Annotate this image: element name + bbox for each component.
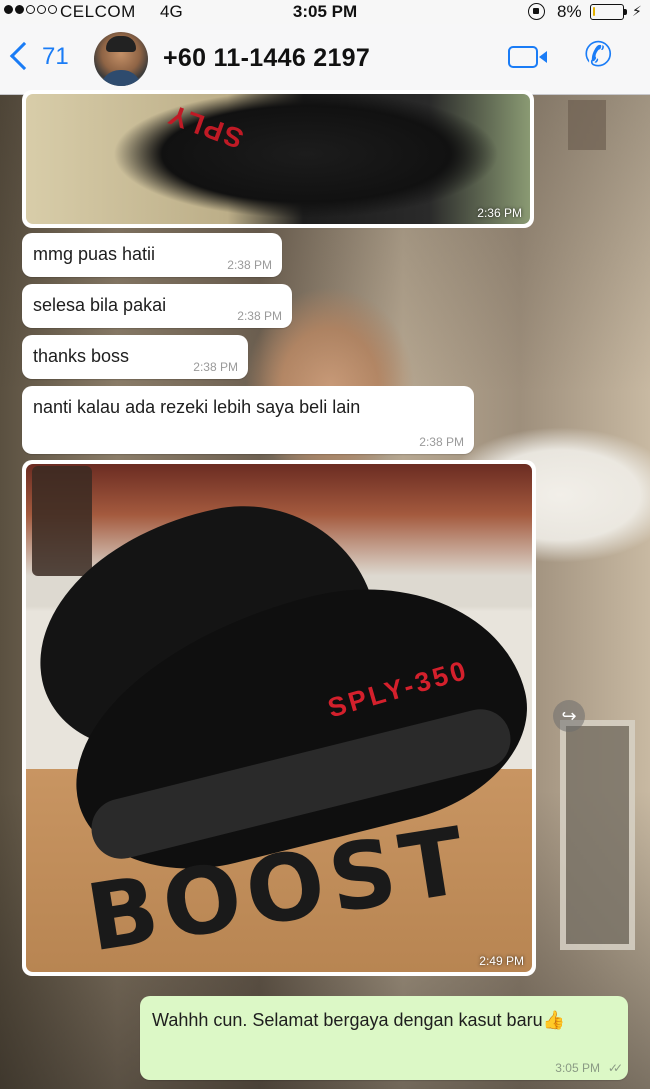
contact-name[interactable]: +60 11-1446 2197 <box>163 44 370 73</box>
photo-chair <box>32 466 92 576</box>
status-time: 3:05 PM <box>292 2 358 21</box>
avatar[interactable] <box>94 32 148 86</box>
image-message[interactable]: SPLY-350 BOOST 2:49 PM <box>22 460 536 976</box>
message-text: mmg puas hatii <box>33 244 156 264</box>
message-time: 2:38 PM <box>237 309 282 323</box>
message-time: 2:38 PM <box>193 360 238 374</box>
back-button-count[interactable]: 71 <box>42 43 69 71</box>
message-time: 2:49 PM <box>479 954 524 968</box>
orientation-lock-icon <box>528 3 545 20</box>
read-receipt-icon: ✓✓ <box>607 1061 623 1075</box>
battery-icon <box>590 4 627 20</box>
wallpaper-window <box>568 100 606 150</box>
message-time: 2:38 PM <box>227 258 272 272</box>
battery-level <box>593 7 595 16</box>
message-text: selesa bila pakai <box>33 295 167 315</box>
incoming-message[interactable]: selesa bila pakai 2:38 PM <box>22 284 292 328</box>
wallpaper-window <box>560 720 635 950</box>
message-time: 2:36 PM <box>477 206 522 220</box>
message-time: 2:38 PM <box>419 435 464 449</box>
incoming-message[interactable]: thanks boss 2:38 PM <box>22 335 248 379</box>
message-text: Wahhh cun. Selamat bergaya dengan kasut … <box>152 1010 565 1030</box>
battery-percent: 8% <box>557 2 582 21</box>
chat-header: 71 +60 11-1446 2197 ✆ <box>0 24 650 95</box>
status-bar: CELCOM 4G 3:05 PM 8% ⚡ <box>0 0 650 24</box>
incoming-message[interactable]: mmg puas hatii 2:38 PM <box>22 233 282 277</box>
image-message[interactable]: SPLY 2:36 PM <box>22 90 534 228</box>
shoe-photo[interactable]: SPLY <box>26 94 530 224</box>
photo-shoe-text: SPLY <box>162 98 248 155</box>
incoming-message[interactable]: nanti kalau ada rezeki lebih saya beli l… <box>22 386 474 454</box>
shoe-photo[interactable]: SPLY-350 BOOST <box>26 464 532 972</box>
back-chevron-icon[interactable] <box>9 41 39 71</box>
message-text: nanti kalau ada rezeki lebih saya beli l… <box>33 397 361 417</box>
phone-call-icon[interactable]: ✆ <box>584 38 613 72</box>
message-time: 3:05 PM <box>555 1061 600 1075</box>
charging-icon: ⚡ <box>632 3 642 19</box>
message-text: thanks boss <box>33 346 130 366</box>
forward-share-icon[interactable]: ↪ <box>553 700 585 732</box>
outgoing-message[interactable]: Wahhh cun. Selamat bergaya dengan kasut … <box>140 996 628 1080</box>
video-call-icon[interactable] <box>508 46 547 68</box>
